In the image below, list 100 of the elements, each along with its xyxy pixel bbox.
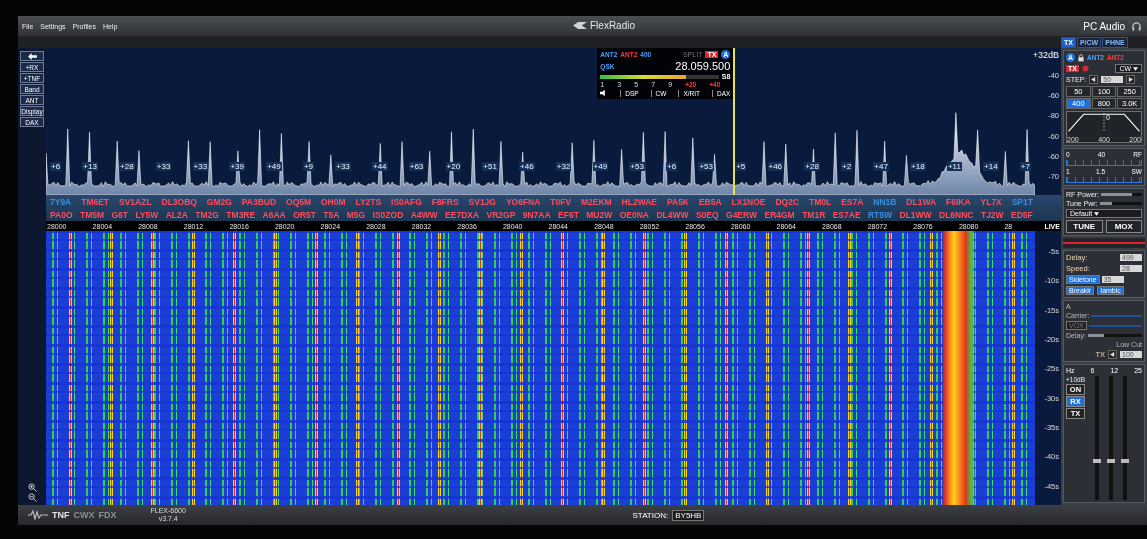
spot-callsign[interactable]: EF6T [558, 209, 579, 220]
spot-callsign[interactable]: PA0O [50, 209, 73, 220]
step-up-button[interactable] [1126, 75, 1136, 84]
spot-callsign[interactable]: T0FV [550, 196, 572, 207]
signal-report-label: +28 [119, 162, 135, 171]
spot-callsign[interactable]: 7Y9A [50, 196, 72, 207]
spot-callsign[interactable]: IS0AFG [391, 196, 422, 207]
spot-callsign[interactable]: ES7AE [832, 209, 861, 220]
feature-toggle[interactable]: FDX [98, 510, 117, 520]
spot-callsign[interactable]: M5G [346, 209, 366, 220]
spot-callsign[interactable]: DQ2C [775, 196, 800, 207]
spot-callsign[interactable]: AL2A [165, 209, 188, 220]
signal-report-label: +6 [50, 162, 62, 171]
signal-report-label: +49 [592, 162, 609, 171]
signal-report-label: +63 [408, 162, 425, 171]
spot-callsign[interactable]: PA5K [666, 196, 689, 207]
rf-power-slider[interactable] [1101, 193, 1142, 196]
spot-callsign[interactable]: VR2GP [486, 209, 516, 220]
spot-callsign[interactable]: G6T [111, 209, 128, 220]
spot-callsign[interactable]: TM2G [195, 209, 219, 220]
signal-report-label: +2 [841, 162, 853, 171]
spot-callsign[interactable]: HL2WAE [621, 196, 658, 207]
eq-slider-thumb[interactable] [1107, 458, 1115, 463]
spot-callsign[interactable]: OH0M [321, 196, 346, 207]
spot-callsign[interactable]: LY2TS [355, 196, 382, 207]
spot-callsign[interactable]: ED5F [1011, 209, 1033, 220]
spot-callsign[interactable]: ER4GM [764, 209, 795, 220]
zoom-out-icon[interactable] [27, 493, 37, 502]
eq-slider[interactable] [1109, 376, 1113, 500]
spot-callsign[interactable]: DL3OBQ [161, 196, 197, 207]
spot-callsign[interactable]: DL1WW [899, 209, 932, 220]
eq-slider-thumb[interactable] [1121, 458, 1129, 463]
signal-report-label: +39 [229, 162, 245, 171]
spot-callsign[interactable]: EE7DXA [445, 209, 480, 220]
signal-report-label: +7 [1019, 162, 1031, 171]
headphones-icon[interactable] [1132, 21, 1141, 31]
spot-callsign[interactable]: IS0ZOD [372, 209, 404, 220]
feature-toggle[interactable]: CWX [73, 510, 95, 520]
record-icon[interactable] [1081, 65, 1089, 72]
spot-callsign[interactable]: RT5W [868, 209, 893, 220]
step-down-button[interactable] [1089, 75, 1099, 84]
spot-callsign[interactable]: LX1NOE [731, 196, 766, 207]
spot-callsign[interactable]: F6IKA [946, 196, 971, 207]
zoom-in-icon[interactable] [27, 483, 37, 492]
spot-callsign[interactable]: GM2G [206, 196, 232, 207]
spot-callsign[interactable]: ES7A [841, 196, 864, 207]
spot-callsign[interactable]: NN1B [873, 196, 897, 207]
spot-callsign[interactable]: PA3BUD [241, 196, 277, 207]
back-arrow-button[interactable] [20, 51, 44, 61]
spot-callsign[interactable]: YO6FNA [505, 196, 541, 207]
lock-icon[interactable] [1078, 53, 1084, 62]
signal-report-label: +33 [335, 162, 351, 171]
spot-callsign[interactable]: M2EKM [581, 196, 612, 207]
pc-audio-button[interactable]: PC Audio [1080, 19, 1128, 33]
signal-report-label: +33 [155, 162, 172, 171]
spot-callsign[interactable]: SV1AZL [119, 196, 152, 207]
frequency-display[interactable]: 28.059.500 [675, 60, 731, 72]
spot-callsign[interactable]: DL1WA [906, 196, 937, 207]
spot-callsign[interactable]: LY5W [135, 209, 159, 220]
spot-callsign[interactable]: OQ5M [286, 196, 312, 207]
spot-callsign[interactable]: DL4WW [656, 209, 689, 220]
eq-slider[interactable] [1123, 376, 1127, 500]
spot-callsign[interactable]: T5A [323, 209, 340, 220]
spot-callsign[interactable]: TM3RE [226, 209, 256, 220]
spot-callsign[interactable]: 9N7AA [522, 209, 551, 220]
spot-callsign[interactable]: SV1JG [468, 196, 496, 207]
spot-callsign[interactable]: SP1T [1011, 196, 1033, 207]
signal-report-label: +44 [372, 162, 388, 171]
spot-callsign[interactable]: TM1R [802, 209, 826, 220]
tuning-line[interactable] [733, 48, 736, 195]
spot-callsign[interactable]: YL7X [980, 196, 1002, 207]
waveform-logo-icon [28, 510, 48, 520]
vox-delay-slider[interactable] [1087, 334, 1142, 337]
tune-button[interactable]: TUNE [1066, 220, 1103, 233]
triangle-left-icon [1110, 352, 1115, 357]
station-field[interactable]: BY5HB [672, 509, 705, 521]
spot-callsign[interactable]: F8FRS [431, 196, 459, 207]
app-title: FlexRadio [590, 20, 636, 31]
spot-callsign[interactable]: TM0L [809, 196, 832, 207]
tune-power-slider[interactable] [1099, 202, 1142, 205]
spot-callsign[interactable]: DL6NNC [939, 209, 974, 220]
signal-report-label: +53 [629, 162, 645, 171]
spot-callsign[interactable]: EB5A [698, 196, 722, 207]
spot-callsign[interactable]: MU2W [586, 209, 613, 220]
spot-callsign[interactable]: OE0NA [619, 209, 649, 220]
spot-callsign[interactable]: A4WW [410, 209, 438, 220]
spot-callsign[interactable]: TM6ET [81, 196, 110, 207]
spot-callsign[interactable]: S0EQ [695, 209, 719, 220]
feature-toggle[interactable]: TNF [52, 510, 70, 520]
spot-callsign[interactable]: A6AA [262, 209, 286, 220]
spot-callsign[interactable]: G4ERW [726, 209, 758, 220]
spot-callsign[interactable]: OR5T [293, 209, 316, 220]
mox-button[interactable]: MOX [1105, 220, 1142, 233]
signal-report-label: +20 [445, 162, 462, 171]
decrease-button[interactable] [1108, 350, 1117, 359]
eq-slider-thumb[interactable] [1093, 458, 1101, 463]
eq-slider[interactable] [1095, 376, 1099, 500]
caret-icon [1133, 67, 1138, 71]
spot-callsign[interactable]: TJ2W [980, 209, 1004, 220]
spot-callsign[interactable]: TM5M [79, 209, 105, 220]
